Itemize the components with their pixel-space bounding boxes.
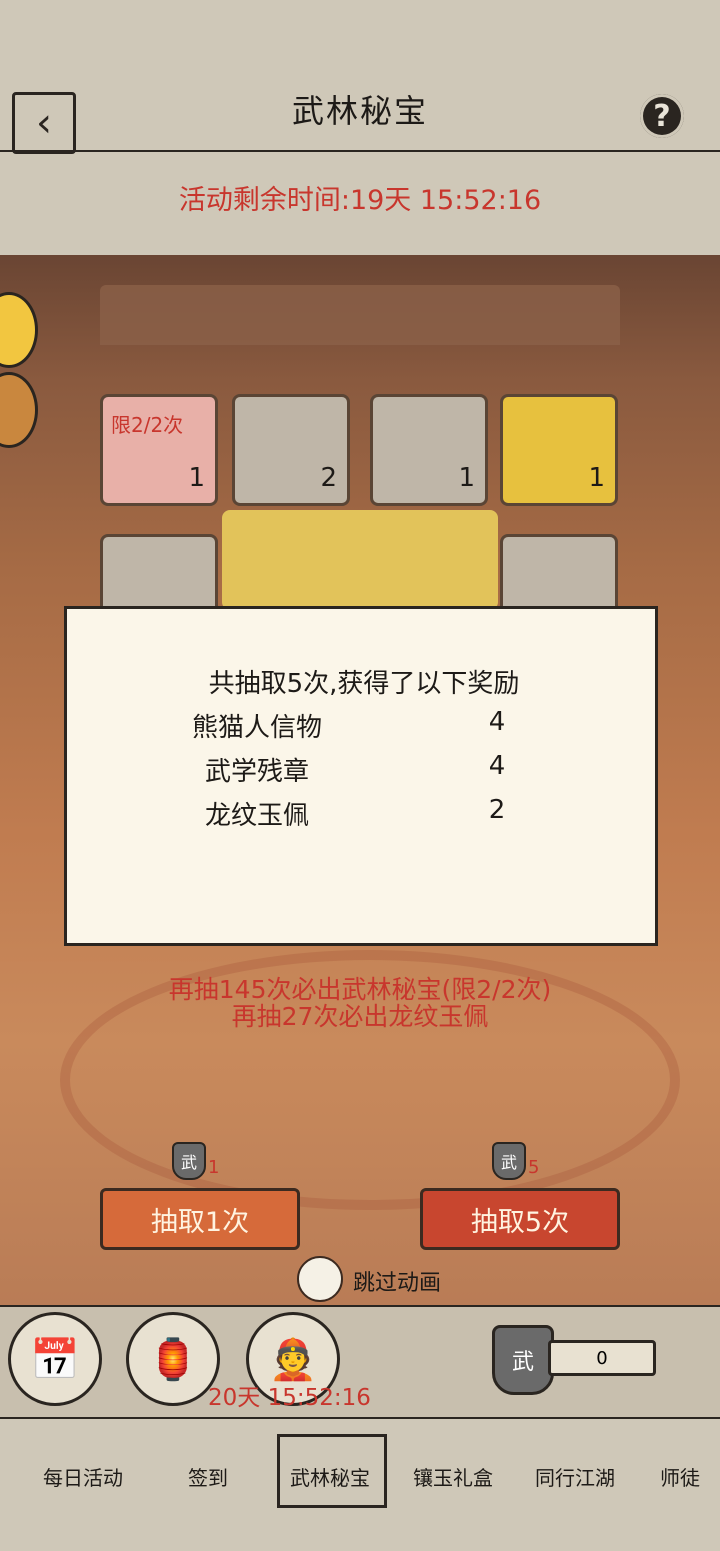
prize-money-bag[interactable]: 1 [500, 394, 618, 506]
pity-info-jade: 再抽27次必出龙纹玉佩 [231, 1002, 489, 1031]
tab-jade-gift-box[interactable]: 镶玉礼盒 [413, 1462, 493, 1491]
tab-check-in[interactable]: 签到 [188, 1462, 228, 1491]
tab-mentor[interactable]: 师徒 [660, 1462, 700, 1491]
skip-animation-label: 跳过动画 [353, 1271, 442, 1296]
item-count: 2 [320, 463, 337, 493]
reward-count: 4 [488, 751, 506, 781]
panda-mascot [222, 510, 498, 610]
reward-name: 龙纹玉佩 [204, 801, 309, 831]
prize-hire-scroll[interactable] [500, 534, 618, 614]
tab-daily-activity[interactable]: 每日活动 [43, 1462, 123, 1491]
help-icon: ? [653, 98, 671, 134]
reward-count: 4 [488, 707, 506, 737]
tab-wulin-treasure[interactable]: 武林秘宝 [290, 1462, 370, 1491]
prize-martial-manual[interactable]: 2 [232, 394, 350, 506]
token-count: 0 [548, 1340, 656, 1376]
limit-label: 限2/2次 [111, 413, 184, 437]
strip-countdown: 20天 15:52:16 [208, 1385, 371, 1411]
reward-headline: 共抽取5次,获得了以下奖励 [208, 669, 520, 699]
skip-animation-toggle[interactable] [297, 1256, 343, 1302]
temple-roof [100, 285, 620, 345]
draw-cost: 1 [208, 1157, 220, 1178]
item-count: 1 [588, 463, 605, 493]
prize-token[interactable] [100, 534, 218, 614]
event-remaining-time: 活动剩余时间:19天 15:52:16 [178, 185, 542, 216]
draw-five-button[interactable]: 抽取5次 [420, 1188, 620, 1250]
header-divider [0, 150, 720, 152]
draw-cost: 5 [528, 1157, 540, 1178]
reward-name: 武学残章 [204, 757, 309, 787]
prize-jade-pendant[interactable]: 1 [370, 394, 488, 506]
reward-name: 熊猫人信物 [191, 713, 322, 743]
reward-count: 2 [488, 795, 506, 825]
shop-icon[interactable]: 🏮 [126, 1312, 220, 1406]
item-count: 1 [188, 463, 205, 493]
page-title: 武林秘宝 [291, 92, 428, 130]
item-count: 1 [458, 463, 475, 493]
tab-travel-jianghu[interactable]: 同行江湖 [535, 1462, 615, 1491]
draw-token-icon: 武 [172, 1142, 206, 1180]
prize-treasure-chest[interactable]: 限2/2次 1 [100, 394, 218, 506]
wu-token-icon: 武 [492, 1325, 554, 1395]
calendar-icon[interactable]: 📅 [8, 1312, 102, 1406]
help-button[interactable]: ? [640, 94, 684, 138]
reward-popup[interactable]: 共抽取5次,获得了以下奖励 熊猫人信物 4 武学残章 4 龙纹玉佩 2 [64, 606, 658, 946]
draw-token-icon: 武 [492, 1142, 526, 1180]
draw-once-button[interactable]: 抽取1次 [100, 1188, 300, 1250]
